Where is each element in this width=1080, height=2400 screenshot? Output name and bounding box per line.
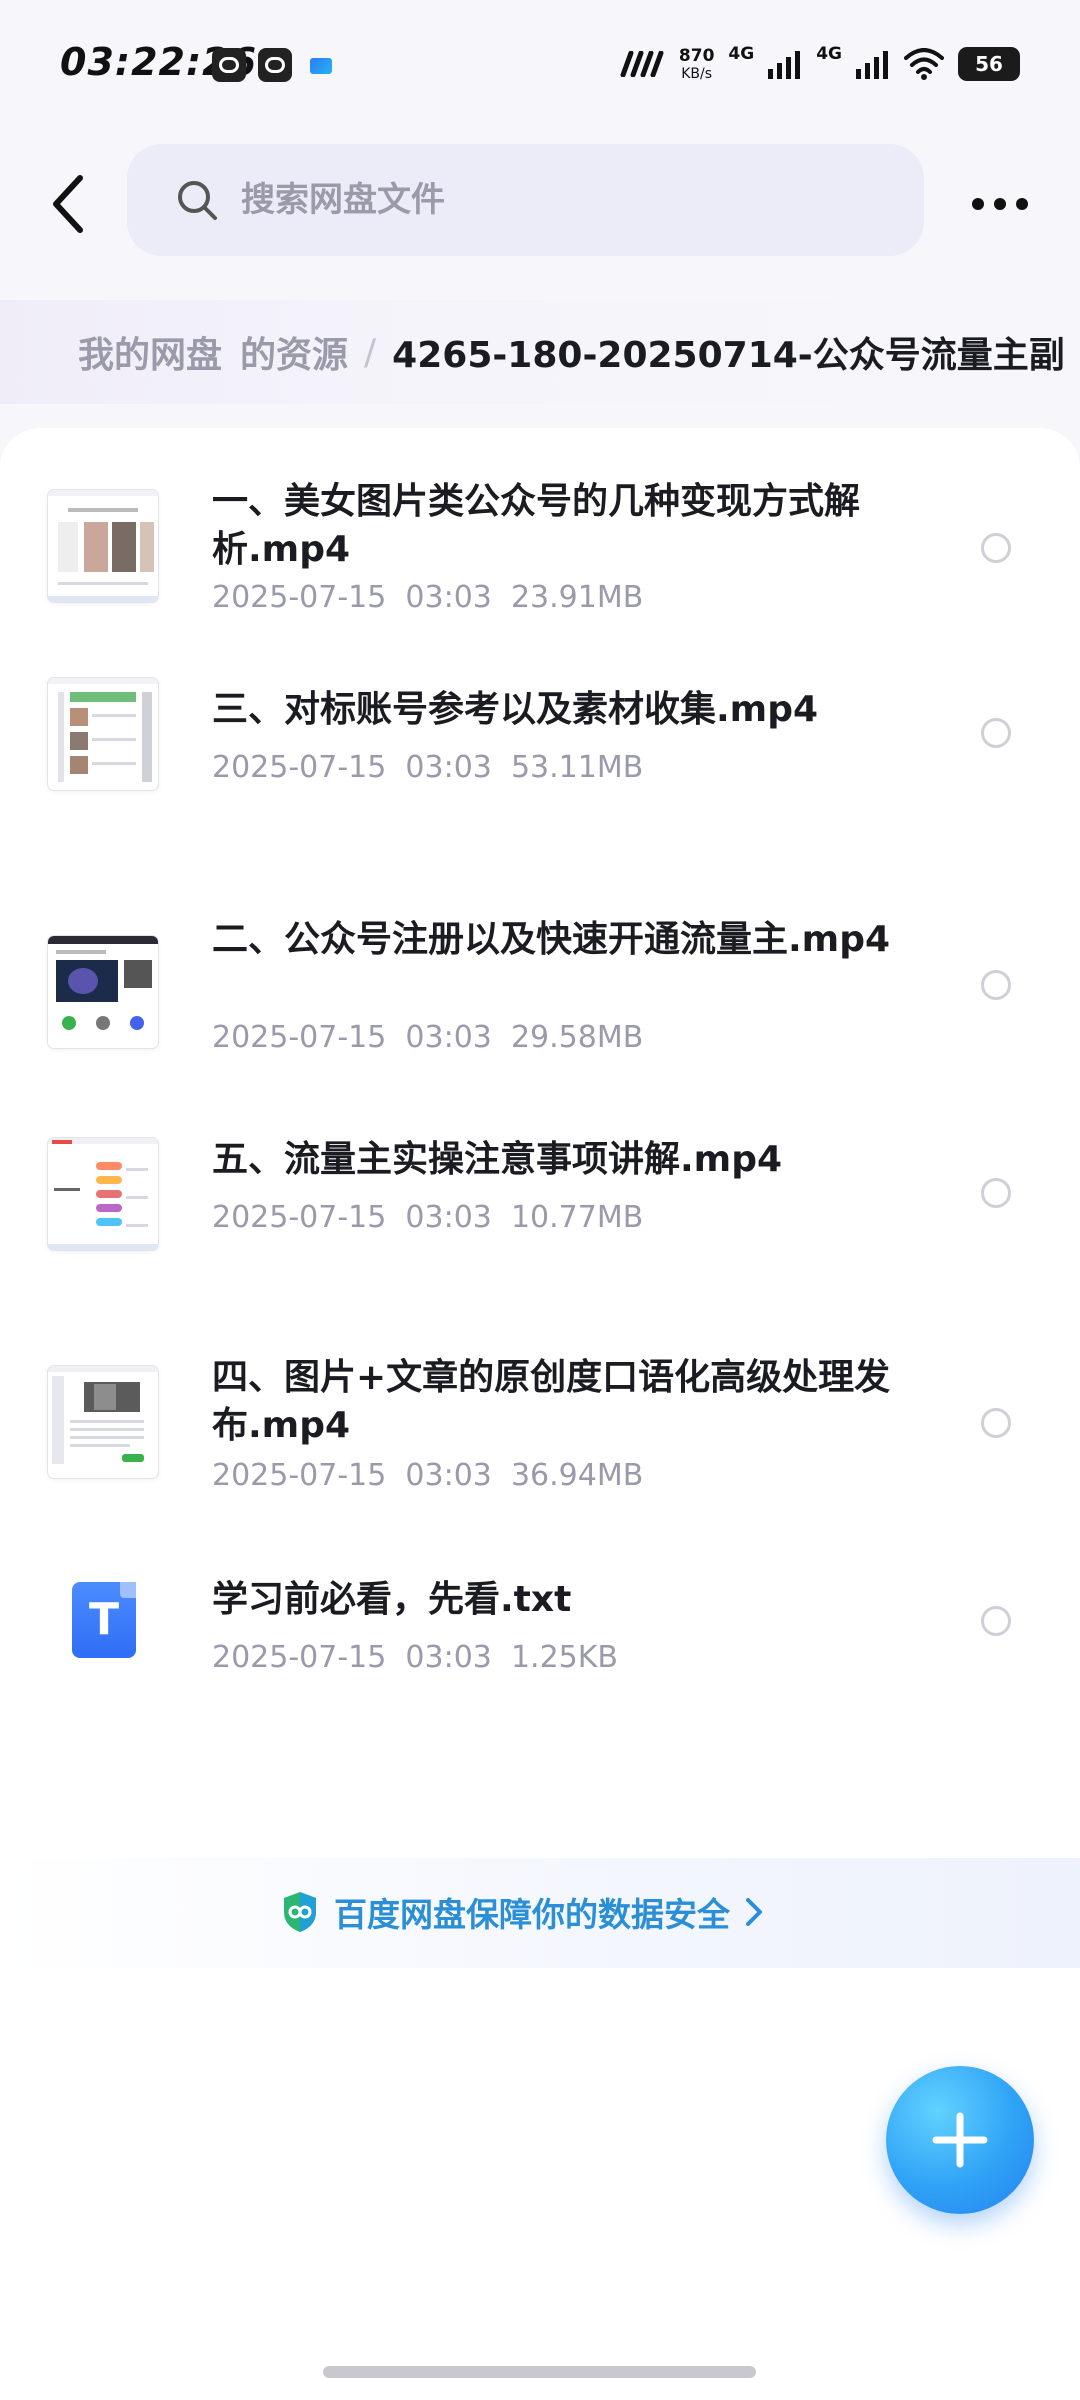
signal2-label: 4G bbox=[816, 44, 842, 64]
add-button[interactable] bbox=[886, 2066, 1034, 2214]
file-meta: 2025-07-15 03:03 1.25KB bbox=[212, 1640, 618, 1675]
file-date: 2025-07-15 03:03 bbox=[212, 1458, 492, 1493]
app-notification-icon bbox=[304, 48, 338, 82]
signal-strength-icon bbox=[768, 51, 801, 79]
file-select-checkbox[interactable] bbox=[981, 533, 1011, 563]
file-date: 2025-07-15 03:03 bbox=[212, 750, 492, 785]
file-name: 五、流量主实操注意事项讲解.mp4 bbox=[212, 1139, 783, 1180]
wifi-icon bbox=[904, 48, 944, 80]
file-meta: 2025-07-15 03:03 10.77MB bbox=[212, 1200, 643, 1235]
signal1-label: 4G bbox=[728, 44, 755, 64]
file-select-checkbox[interactable] bbox=[981, 1408, 1011, 1438]
file-date: 2025-07-15 03:03 bbox=[212, 1020, 492, 1055]
network-speed: 870 KB/s bbox=[678, 45, 715, 82]
txt-file-icon-letter: T bbox=[88, 1594, 119, 1645]
breadcrumb-item-resources[interactable]: 的资源 bbox=[240, 326, 348, 378]
txt-file-icon: T bbox=[72, 1582, 136, 1658]
baidu-netdisk-notification-icon bbox=[212, 48, 246, 82]
file-date: 2025-07-15 03:03 bbox=[212, 1640, 492, 1675]
file-meta: 2025-07-15 03:03 53.11MB bbox=[212, 750, 643, 785]
signal-strength-icon bbox=[856, 51, 888, 79]
file-size: 29.58MB bbox=[510, 1020, 644, 1055]
file-size: 23.91MB bbox=[510, 580, 644, 615]
file-row[interactable]: 一、美女图片类公众号的几种变现方式解析.mp4 2025-07-15 03:03… bbox=[0, 468, 1080, 628]
video-thumbnail bbox=[48, 490, 158, 602]
breadcrumb-item-my-netdisk[interactable]: 我的网盘 bbox=[78, 326, 222, 378]
file-row[interactable]: 四、图片+文章的原创度口语化高级处理发布.mp4 2025-07-15 03:0… bbox=[0, 1346, 1080, 1506]
file-date: 2025-07-15 03:03 bbox=[212, 580, 492, 615]
home-indicator[interactable] bbox=[323, 2366, 756, 2378]
file-row[interactable]: 五、流量主实操注意事项讲解.mp4 2025-07-15 03:03 10.77… bbox=[0, 1128, 1080, 1258]
breadcrumb-current-folder: 4265-180-20250714-公众号流量主副 bbox=[392, 335, 1065, 376]
file-name: 一、美女图片类公众号的几种变现方式解析.mp4 bbox=[212, 481, 861, 570]
chevron-right-icon bbox=[746, 1898, 762, 1926]
file-select-checkbox[interactable] bbox=[981, 970, 1011, 1000]
back-arrow-icon bbox=[53, 175, 83, 233]
plus-icon bbox=[932, 2112, 988, 2168]
video-thumbnail bbox=[48, 936, 158, 1048]
file-row[interactable]: T 学习前必看，先看.txt 2025-07-15 03:03 1.25KB bbox=[0, 1568, 1080, 1698]
network-speed-value: 870 bbox=[678, 45, 715, 66]
breadcrumb-separator: / bbox=[364, 331, 377, 373]
search-bar[interactable] bbox=[127, 144, 924, 256]
file-select-checkbox[interactable] bbox=[981, 1606, 1011, 1636]
header bbox=[0, 132, 1080, 276]
file-size: 36.94MB bbox=[510, 1458, 644, 1493]
file-size: 53.11MB bbox=[510, 750, 644, 785]
file-row[interactable]: 二、公众号注册以及快速开通流量主.mp4 2025-07-15 03:03 29… bbox=[0, 908, 1080, 1068]
video-thumbnail bbox=[48, 1366, 158, 1478]
security-banner[interactable]: 百度网盘保障你的数据安全 bbox=[0, 1858, 1080, 1968]
network-speed-logo-icon bbox=[620, 51, 664, 77]
baidu-netdisk-notification-icon bbox=[258, 48, 292, 82]
status-bar: 03:22:26 870 KB/s 4G 4G 56 bbox=[0, 0, 1080, 132]
security-banner-text: 百度网盘保障你的数据安全 bbox=[334, 1895, 730, 1934]
video-thumbnail bbox=[48, 678, 158, 790]
file-name: 二、公众号注册以及快速开通流量主.mp4 bbox=[212, 919, 891, 960]
status-indicators: 870 KB/s 4G 4G 56 bbox=[619, 40, 1020, 88]
video-thumbnail bbox=[48, 1138, 158, 1250]
file-select-checkbox[interactable] bbox=[981, 718, 1011, 748]
file-name: 四、图片+文章的原创度口语化高级处理发布.mp4 bbox=[212, 1357, 891, 1446]
more-options-button[interactable] bbox=[968, 176, 1032, 232]
back-button[interactable] bbox=[40, 160, 96, 248]
file-row[interactable]: 三、对标账号参考以及素材收集.mp4 2025-07-15 03:03 53.1… bbox=[0, 678, 1080, 808]
file-select-checkbox[interactable] bbox=[981, 1178, 1011, 1208]
search-icon bbox=[175, 178, 219, 222]
file-meta: 2025-07-15 03:03 36.94MB bbox=[212, 1458, 643, 1493]
file-size: 10.77MB bbox=[510, 1200, 644, 1235]
file-meta: 2025-07-15 03:03 23.91MB bbox=[212, 580, 643, 615]
search-input[interactable] bbox=[239, 179, 843, 221]
more-dots-icon bbox=[972, 198, 1028, 210]
breadcrumb: 我的网盘 的资源 / 4265-180-20250714-公众号流量主副 bbox=[0, 300, 1080, 404]
file-name: 学习前必看，先看.txt bbox=[212, 1579, 572, 1620]
battery-indicator: 56 bbox=[958, 47, 1020, 81]
network-speed-unit: KB/s bbox=[681, 65, 713, 82]
file-name: 三、对标账号参考以及素材收集.mp4 bbox=[212, 689, 819, 730]
file-meta: 2025-07-15 03:03 29.58MB bbox=[212, 1020, 643, 1055]
shield-icon bbox=[284, 1892, 316, 1932]
file-size: 1.25KB bbox=[510, 1640, 619, 1675]
file-date: 2025-07-15 03:03 bbox=[212, 1200, 492, 1235]
